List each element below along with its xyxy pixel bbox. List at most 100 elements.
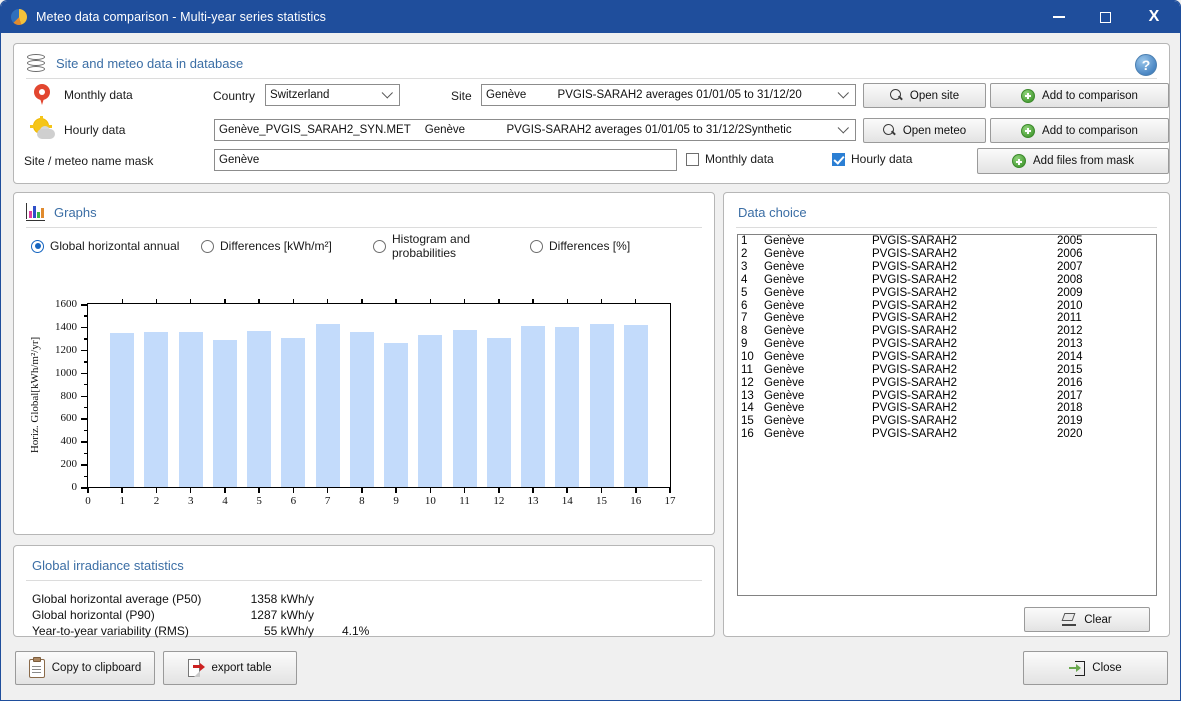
list-item[interactable]: 5 Genève PVGIS-SARAH2 2009 — [738, 286, 1156, 299]
x-axis-tick — [189, 487, 192, 493]
add-hourly-to-comparison-button[interactable]: Add to comparison — [990, 118, 1169, 143]
list-item[interactable]: 11 Genève PVGIS-SARAH2 2015 — [738, 363, 1156, 376]
chart-bar — [247, 331, 272, 487]
eraser-icon — [1061, 613, 1077, 626]
stat-label: Global horizontal average (P50) — [32, 592, 202, 606]
copy-to-clipboard-button[interactable]: Copy to clipboard — [15, 651, 155, 685]
monthly-data-checkbox[interactable]: Monthly data — [686, 152, 774, 166]
list-item-source: PVGIS-SARAH2 — [872, 273, 957, 286]
data-choice-listbox[interactable]: 1 Genève PVGIS-SARAH2 2005 2 Genève PVGIS-SARA… — [737, 234, 1157, 596]
site-name: Genève — [486, 89, 527, 101]
x-axis-tick-label: 3 — [187, 495, 194, 507]
radio-global-horizontal-annual[interactable]: Global horizontal annual — [31, 239, 201, 253]
list-item-index: 15 — [741, 415, 754, 428]
list-item[interactable]: 14 Genève PVGIS-SARAH2 2018 — [738, 402, 1156, 415]
list-item-index: 4 — [741, 273, 748, 286]
y-axis-tick-label: 1200 — [55, 343, 77, 356]
list-item-site: Genève — [764, 415, 805, 428]
list-item[interactable]: 6 Genève PVGIS-SARAH2 2010 — [738, 299, 1156, 312]
hourly-meteo-select[interactable]: Genève_PVGIS_SARAH2_SYN.MET Genève PVGIS… — [214, 119, 856, 141]
help-icon[interactable]: ? — [1135, 54, 1157, 76]
close-label: Close — [1092, 662, 1122, 674]
clipboard-icon — [28, 656, 45, 678]
graphs-title: Graphs — [54, 204, 97, 220]
minimize-button[interactable] — [1036, 1, 1082, 33]
list-item-index: 16 — [741, 428, 754, 441]
list-item-source: PVGIS-SARAH2 — [872, 261, 957, 274]
global-horizontal-annual-chart: 0 200 400 600 800 1000 1200 1400 1600 0 1 2 3 4 5 6 7 8 9 1… — [55, 298, 676, 507]
list-item[interactable]: 16 Genève PVGIS-SARAH2 2020 — [738, 428, 1156, 441]
list-item-year: 2010 — [1057, 299, 1083, 312]
list-item[interactable]: 4 Genève PVGIS-SARAH2 2008 — [738, 274, 1156, 287]
list-item[interactable]: 8 Genève PVGIS-SARAH2 2012 — [738, 325, 1156, 338]
export-label: export table — [211, 662, 272, 674]
y-axis-tick-label: 0 — [71, 481, 78, 493]
hourly-data-checkbox-label: Hourly data — [851, 152, 913, 166]
chart-bar — [452, 329, 477, 487]
y-axis-tick-label: 200 — [60, 458, 78, 471]
hourly-file-name: Genève_PVGIS_SARAH2_SYN.MET — [219, 124, 411, 136]
list-item[interactable]: 13 Genève PVGIS-SARAH2 2017 — [738, 389, 1156, 402]
radio-differences-kwh[interactable]: Differences [kWh/m²] — [201, 239, 373, 253]
y-axis-tick-label: 400 — [60, 435, 78, 448]
name-mask-input[interactable] — [214, 149, 677, 171]
list-item-index: 1 — [741, 235, 748, 248]
x-axis-tick — [361, 487, 363, 493]
country-select[interactable]: Switzerland — [265, 84, 400, 106]
app-window: Meteo data comparison - Multi-year serie… — [0, 0, 1181, 701]
global-irradiance-statistics-panel: Global irradiance statistics Global hori… — [13, 545, 715, 638]
close-window-button[interactable]: X — [1128, 1, 1180, 33]
x-axis-top-tick — [532, 299, 534, 304]
site-select[interactable]: Genève PVGIS-SARAH2 averages 01/01/05 to… — [481, 84, 856, 106]
radio-histogram-probabilities[interactable]: Histogram and probabilities — [373, 232, 530, 260]
list-item-source: PVGIS-SARAH2 — [872, 312, 957, 325]
list-item-index: 13 — [741, 389, 754, 402]
list-item[interactable]: 1 Genève PVGIS-SARAH2 2005 — [738, 235, 1156, 248]
x-axis-tick — [292, 487, 295, 493]
list-item[interactable]: 15 Genève PVGIS-SARAH2 2019 — [738, 415, 1156, 428]
export-table-button[interactable]: export table — [163, 651, 297, 685]
x-axis-top-tick — [155, 299, 158, 304]
y-axis-tick — [81, 418, 88, 420]
monthly-data-label-group: Monthly data — [32, 84, 133, 106]
add-hourly-label: Add to comparison — [1042, 124, 1138, 137]
open-meteo-label: Open meteo — [902, 124, 967, 137]
list-item[interactable]: 7 Genève PVGIS-SARAH2 2011 — [738, 312, 1156, 325]
chevron-down-icon — [833, 120, 855, 140]
y-axis-tick — [81, 395, 88, 398]
list-item[interactable]: 2 Genève PVGIS-SARAH2 2006 — [738, 248, 1156, 261]
search-icon — [889, 89, 903, 102]
list-item[interactable]: 3 Genève PVGIS-SARAH2 2007 — [738, 261, 1156, 274]
x-axis-top-tick — [361, 299, 363, 304]
add-files-from-mask-button[interactable]: Add files from mask — [977, 148, 1169, 174]
list-item-year: 2008 — [1057, 273, 1083, 286]
clear-button[interactable]: Clear — [1024, 607, 1150, 632]
list-item-year: 2016 — [1057, 376, 1083, 389]
open-meteo-button[interactable]: Open meteo — [863, 118, 986, 143]
data-choice-panel: Data choice 1 Genève PVGIS-SARAH2 2005 2 Genè… — [723, 192, 1170, 637]
list-item-year: 2014 — [1057, 351, 1083, 364]
list-item-site: Genève — [764, 299, 805, 312]
stat-value: 55 kWh/y — [263, 624, 314, 638]
name-mask-label: Site / meteo name mask — [24, 154, 154, 168]
list-item[interactable]: 12 Genève PVGIS-SARAH2 2016 — [738, 376, 1156, 389]
list-item-site: Genève — [764, 389, 805, 402]
stats-header: Global irradiance statistics — [14, 546, 714, 576]
list-item-site: Genève — [764, 286, 805, 299]
list-item-year: 2005 — [1057, 235, 1083, 248]
maximize-button[interactable] — [1082, 1, 1128, 33]
divider — [736, 227, 1157, 228]
radio-differences-pct[interactable]: Differences [%] — [530, 239, 630, 253]
list-item[interactable]: 10 Genève PVGIS-SARAH2 2014 — [738, 351, 1156, 364]
add-monthly-to-comparison-button[interactable]: Add to comparison — [990, 83, 1169, 108]
window-title: Meteo data comparison - Multi-year serie… — [36, 10, 327, 24]
list-item-source: PVGIS-SARAH2 — [872, 338, 957, 351]
open-site-button[interactable]: Open site — [863, 83, 986, 108]
map-pin-icon — [32, 84, 52, 106]
hourly-data-checkbox[interactable]: Hourly data — [832, 152, 912, 166]
list-item-source: PVGIS-SARAH2 — [872, 235, 957, 248]
list-item-index: 11 — [741, 363, 753, 376]
close-dialog-button[interactable]: Close — [1023, 651, 1168, 685]
list-item[interactable]: 9 Genève PVGIS-SARAH2 2013 — [738, 338, 1156, 351]
y-axis-minor-tick — [84, 384, 88, 386]
